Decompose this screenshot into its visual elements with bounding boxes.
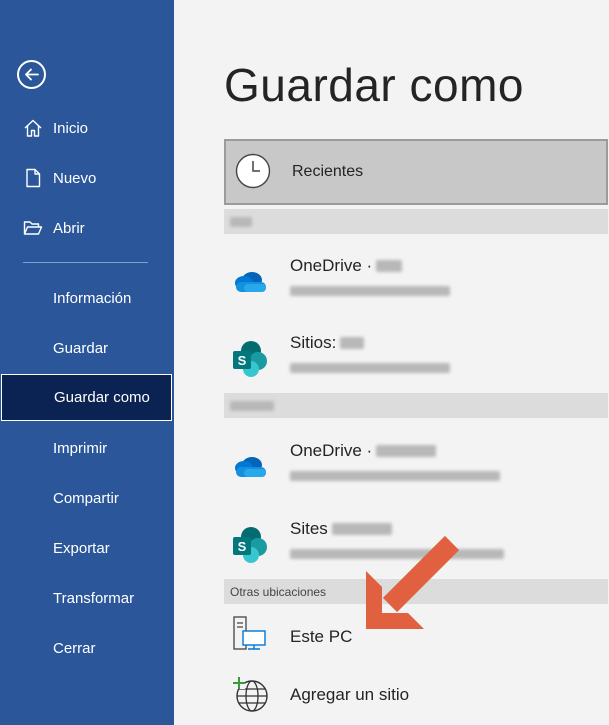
sidebar-item-compartir[interactable]: Compartir <box>0 476 174 520</box>
redacted-text <box>230 400 274 411</box>
svg-text:S: S <box>238 353 247 368</box>
sidebar-item-exportar[interactable]: Exportar <box>0 526 174 570</box>
sidebar-item-label: Abrir <box>53 219 85 237</box>
location-name: Este PC <box>290 627 353 646</box>
new-document-icon <box>23 168 43 188</box>
location-agregar-sitio[interactable]: Agregar un sitio <box>224 668 608 724</box>
location-onedrive-1[interactable]: OneDrive · <box>224 250 608 310</box>
folder-open-icon <box>23 218 43 238</box>
backstage-sidebar: Inicio Nuevo Abrir Información Guardar G… <box>0 0 174 725</box>
sidebar-divider <box>23 262 148 263</box>
location-name: OneDrive · <box>290 441 437 461</box>
sidebar-item-imprimir[interactable]: Imprimir <box>0 426 174 470</box>
location-onedrive-2[interactable]: OneDrive · <box>224 435 608 495</box>
page-title: Guardar como <box>224 59 525 111</box>
location-path <box>290 360 450 378</box>
sharepoint-icon: S <box>233 341 267 377</box>
redacted-text <box>376 260 403 272</box>
sidebar-item-label: Transformar <box>53 589 135 607</box>
sidebar-item-label: Exportar <box>53 539 110 557</box>
sidebar-item-label: Información <box>53 289 132 307</box>
back-button[interactable] <box>17 60 46 89</box>
sidebar-item-cerrar[interactable]: Cerrar <box>0 626 174 670</box>
sidebar-item-label: Nuevo <box>53 169 97 187</box>
sidebar-item-transformar[interactable]: Transformar <box>0 576 174 620</box>
home-icon <box>23 118 43 138</box>
location-name: OneDrive · <box>290 256 403 276</box>
redacted-text <box>290 363 450 373</box>
sharepoint-icon: S <box>233 527 267 563</box>
svg-text:S: S <box>238 539 247 554</box>
group-header-label: Otras ubicaciones <box>230 584 327 599</box>
location-path <box>290 283 450 301</box>
redacted-text <box>376 445 437 457</box>
location-sites-1[interactable]: S Sitios: <box>224 327 608 387</box>
annotation-arrow-icon <box>366 535 460 629</box>
sidebar-item-label: Guardar <box>53 339 109 357</box>
sidebar-item-abrir[interactable]: Abrir <box>0 206 174 250</box>
sidebar-item-guardar[interactable]: Guardar <box>0 326 174 370</box>
sidebar-item-nuevo[interactable]: Nuevo <box>0 156 174 200</box>
group-header-2 <box>224 393 608 418</box>
location-name: Sitios: <box>290 333 365 353</box>
sidebar-item-inicio[interactable]: Inicio <box>0 106 174 150</box>
redacted-text <box>290 471 500 481</box>
sidebar-item-label: Compartir <box>53 489 119 507</box>
sidebar-item-label: Imprimir <box>53 439 108 457</box>
redacted-text <box>230 216 252 227</box>
sidebar-item-label: Cerrar <box>53 639 96 657</box>
onedrive-icon <box>235 272 266 292</box>
onedrive-icon <box>235 457 266 477</box>
recent-label: Recientes <box>292 163 364 180</box>
location-name: Agregar un sitio <box>290 685 410 704</box>
pc-icon <box>233 616 266 650</box>
sidebar-item-informacion[interactable]: Información <box>0 276 174 320</box>
redacted-text <box>290 286 450 296</box>
sidebar-item-label: Inicio <box>53 119 89 137</box>
redacted-text <box>340 337 365 349</box>
add-place-icon <box>233 677 268 712</box>
group-header-1 <box>224 209 608 234</box>
clock-icon <box>235 153 271 189</box>
location-path <box>290 468 500 486</box>
sidebar-item-label: Guardar como <box>54 389 150 406</box>
recent-locations-button[interactable]: Recientes <box>224 139 608 205</box>
sidebar-item-guardar-como[interactable]: Guardar como <box>1 374 172 421</box>
back-arrow-icon <box>25 68 39 81</box>
